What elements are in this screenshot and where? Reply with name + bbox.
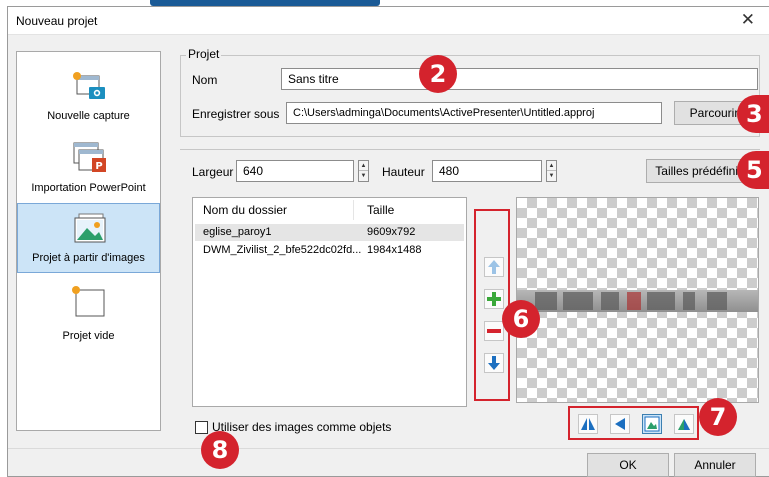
fit-mode-toolbar bbox=[568, 406, 699, 440]
dialog-title: Nouveau projet bbox=[16, 14, 98, 28]
callout-badge-2: 2 bbox=[419, 55, 457, 93]
row-name: DWM_Zivilist_2_bfe522dc02fd... bbox=[203, 244, 362, 256]
sidebar-item-label: Nouvelle capture bbox=[47, 110, 130, 122]
title-bar: Nouveau projet ✕ bbox=[8, 7, 769, 35]
sidebar-item-label: Importation PowerPoint bbox=[31, 182, 146, 194]
row-name: eglise_paroy1 bbox=[203, 226, 272, 238]
new-project-dialog: Nouveau projet ✕ Nouvelle capture P Impo… bbox=[7, 6, 769, 477]
sidebar-item-import-powerpoint[interactable]: P Importation PowerPoint bbox=[17, 132, 160, 202]
image-list-toolbar bbox=[474, 209, 510, 401]
height-input[interactable] bbox=[432, 160, 542, 182]
remove-image-button[interactable] bbox=[484, 321, 504, 341]
images-table: Nom du dossier Taille eglise_paroy1 9609… bbox=[192, 197, 467, 407]
width-input[interactable] bbox=[236, 160, 354, 182]
height-stepper[interactable]: ▲ ▼ bbox=[546, 160, 557, 182]
callout-badge-7: 7 bbox=[699, 398, 737, 436]
save-path-input[interactable] bbox=[286, 102, 662, 124]
use-images-as-objects-label: Utiliser des images comme objets bbox=[212, 420, 392, 434]
arrow-down-icon bbox=[488, 356, 500, 370]
preview-image-strip bbox=[517, 290, 758, 312]
width-stepper[interactable]: ▲ ▼ bbox=[358, 160, 369, 182]
move-up-button[interactable] bbox=[484, 257, 504, 277]
capture-icon bbox=[73, 72, 105, 99]
divider bbox=[180, 149, 760, 150]
callout-badge-8: 8 bbox=[201, 431, 239, 469]
column-header-size[interactable]: Taille bbox=[367, 203, 394, 217]
add-image-button[interactable] bbox=[484, 289, 504, 309]
sidebar-item-label: Projet vide bbox=[62, 330, 115, 342]
callout-badge-6: 6 bbox=[502, 300, 540, 338]
row-size: 9609x792 bbox=[367, 226, 416, 238]
ok-button[interactable]: OK bbox=[587, 453, 669, 477]
image-preview bbox=[516, 197, 759, 403]
sidebar-item-images-project[interactable]: Projet à partir d'images bbox=[17, 203, 160, 273]
row-size: 1984x1488 bbox=[367, 244, 422, 256]
callout-badge-5: 5 bbox=[737, 151, 769, 189]
images-icon bbox=[74, 213, 106, 243]
use-images-as-objects-checkbox[interactable] bbox=[195, 421, 208, 434]
minus-icon bbox=[487, 329, 501, 333]
project-type-list: Nouvelle capture P Importation PowerPoin… bbox=[16, 51, 161, 431]
fit-image-icon bbox=[644, 416, 660, 432]
project-group-label: Projet bbox=[186, 47, 222, 61]
name-label: Nom bbox=[192, 73, 218, 87]
name-input[interactable] bbox=[281, 68, 758, 90]
arrow-up-icon bbox=[488, 260, 500, 274]
fit-height-icon bbox=[615, 418, 625, 430]
plus-icon bbox=[487, 292, 501, 306]
table-header: Nom du dossier Taille bbox=[193, 198, 466, 222]
fit-width-icon bbox=[581, 418, 595, 430]
sidebar-item-new-capture[interactable]: Nouvelle capture bbox=[17, 60, 160, 130]
move-down-button[interactable] bbox=[484, 353, 504, 373]
width-label: Largeur bbox=[192, 165, 234, 179]
sidebar-item-blank-project[interactable]: Projet vide bbox=[17, 278, 160, 348]
callout-badge-3: 3 bbox=[737, 95, 769, 133]
stretch-icon bbox=[678, 419, 690, 430]
table-row[interactable]: eglise_paroy1 9609x792 bbox=[195, 224, 464, 241]
svg-text:P: P bbox=[95, 161, 102, 172]
cancel-button[interactable]: Annuler bbox=[674, 453, 756, 477]
footer-divider bbox=[8, 448, 769, 449]
fit-both-button[interactable] bbox=[642, 414, 662, 434]
table-row[interactable]: DWM_Zivilist_2_bfe522dc02fd... 1984x1488 bbox=[195, 242, 464, 259]
sidebar-item-label: Projet à partir d'images bbox=[32, 252, 145, 264]
fit-height-button[interactable] bbox=[610, 414, 630, 434]
save-as-label: Enregistrer sous bbox=[192, 107, 280, 121]
stretch-button[interactable] bbox=[674, 414, 694, 434]
height-label: Hauteur bbox=[382, 165, 425, 179]
column-header-folder[interactable]: Nom du dossier bbox=[203, 203, 287, 217]
blank-project-icon bbox=[72, 286, 105, 317]
fit-width-button[interactable] bbox=[578, 414, 598, 434]
close-icon[interactable]: ✕ bbox=[741, 10, 755, 30]
powerpoint-icon: P bbox=[73, 142, 106, 172]
